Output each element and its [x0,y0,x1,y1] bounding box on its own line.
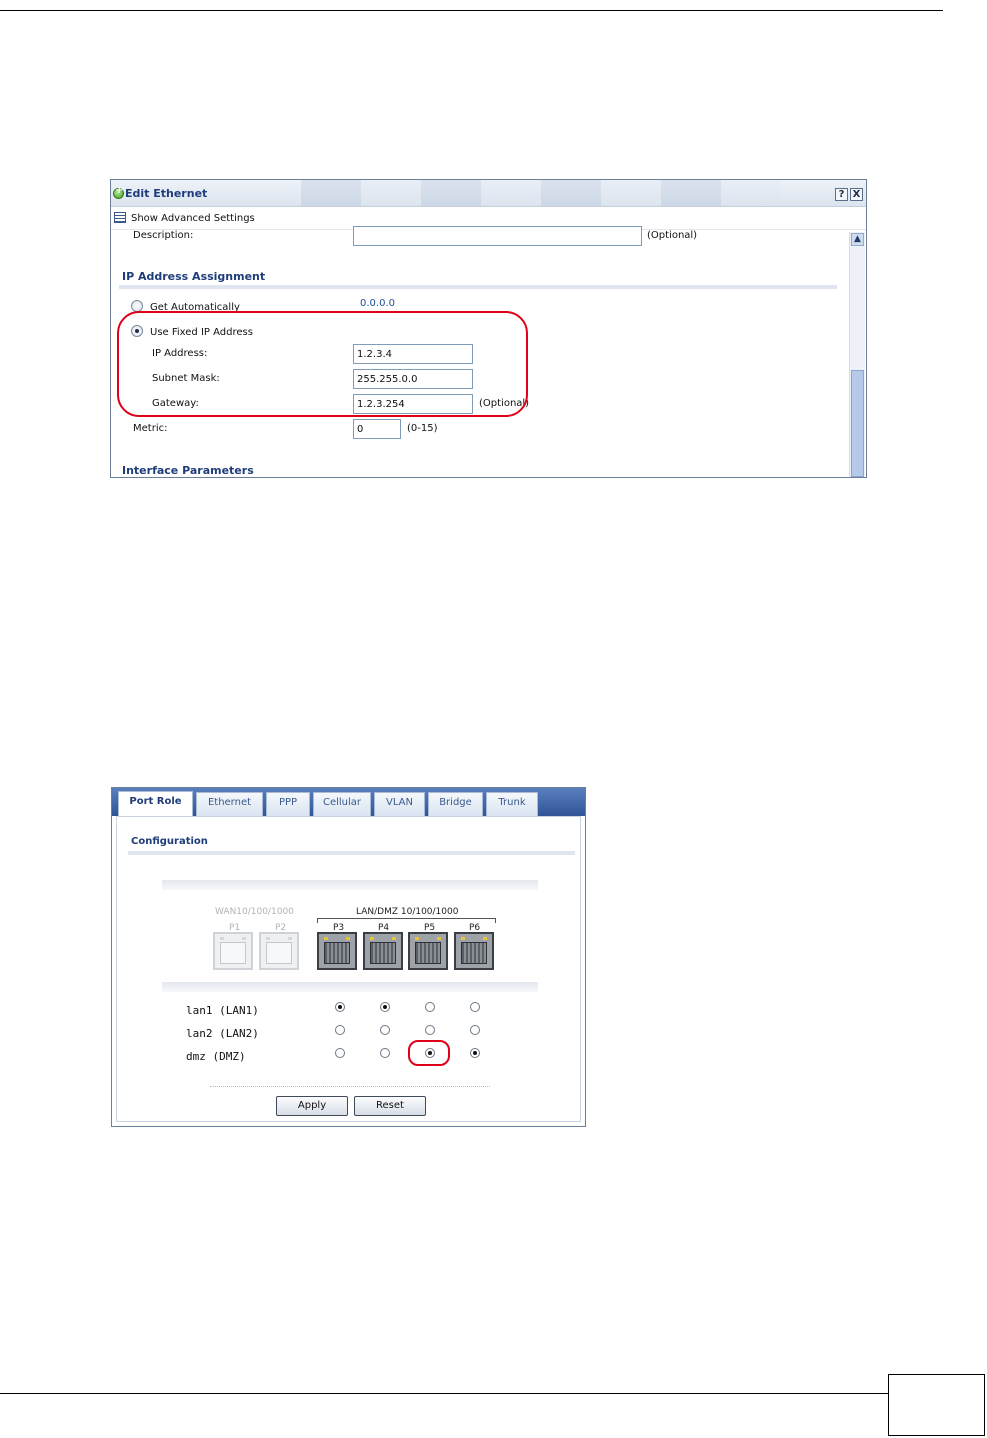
buttons-divider [210,1086,490,1087]
fixed-ip-highlight [117,311,528,417]
wan-group-label: WAN10/100/1000 [215,907,294,917]
window-title: Edit Ethernet [125,187,208,200]
tab-vlan[interactable]: VLAN [374,792,425,816]
panel-bottom-band [162,982,538,992]
help-button[interactable]: ? [835,188,848,201]
section-divider [119,285,837,289]
role-label-dmz: dmz (DMZ) [186,1050,246,1063]
configuration-divider [128,851,575,855]
tab-port-role[interactable]: Port Role [118,791,193,817]
description-label: Description: [133,230,194,241]
panel-top-band [162,880,538,890]
configuration-heading: Configuration [131,836,208,847]
metric-label: Metric: [133,423,168,434]
lan1-p6-radio[interactable] [470,1002,480,1012]
lan-group-label: LAN/DMZ 10/100/1000 [356,907,459,917]
background-table-ghost [301,180,781,206]
apply-button[interactable]: Apply [276,1096,348,1116]
dmz-p4-radio[interactable] [380,1048,390,1058]
lan2-p3-radio[interactable] [335,1025,345,1035]
port-panel: WAN10/100/1000 LAN/DMZ 10/100/1000 P1 P2… [162,880,538,992]
add-icon [113,185,124,199]
role-label-lan1: lan1 (LAN1) [186,1004,259,1017]
scrollbar-thumb[interactable] [851,370,864,477]
scroll-up-icon[interactable]: ▲ [851,233,864,246]
lan2-p4-radio[interactable] [380,1025,390,1035]
close-button[interactable]: X [850,188,863,201]
tab-cellular[interactable]: Cellular [313,792,371,816]
ip-assignment-heading: IP Address Assignment [122,270,266,283]
metric-hint: (0-15) [407,423,438,434]
dmz-p6-radio[interactable] [470,1048,480,1058]
tab-bridge[interactable]: Bridge [428,792,483,816]
advanced-settings-label: Show Advanced Settings [131,213,255,224]
ethernet-port-p3-icon [317,932,357,970]
ethernet-port-p2-icon [259,932,299,970]
page-number-box [888,1374,985,1436]
auto-ip-value: 0.0.0.0 [360,298,395,309]
lan2-p5-radio[interactable] [425,1025,435,1035]
metric-field[interactable]: 0 [353,419,401,439]
ethernet-port-p4-icon [363,932,403,970]
tab-trunk[interactable]: Trunk [486,792,538,816]
description-field[interactable] [353,226,642,246]
vertical-scrollbar[interactable]: ▲ [849,232,865,477]
dmz-p5-highlight [408,1040,450,1066]
tab-ppp[interactable]: PPP [266,792,310,816]
window-titlebar: Edit Ethernet ? X [111,180,866,207]
ethernet-port-p1-icon [213,932,253,970]
lan1-p4-radio[interactable] [380,1002,390,1012]
ethernet-port-p5-icon [408,932,448,970]
ethernet-port-p6-icon [454,932,494,970]
reset-button[interactable]: Reset [354,1096,426,1116]
description-hint: (Optional) [647,230,698,241]
dmz-p3-radio[interactable] [335,1048,345,1058]
lan1-p5-radio[interactable] [425,1002,435,1012]
table-icon [114,212,126,223]
tab-ethernet[interactable]: Ethernet [196,792,263,816]
page-footer-rule [0,1393,888,1394]
lan1-p3-radio[interactable] [335,1002,345,1012]
tab-bar: Port Role Ethernet PPP Cellular VLAN Bri… [112,788,585,817]
lan2-p6-radio[interactable] [470,1025,480,1035]
page-header-rule [0,10,943,11]
role-label-lan2: lan2 (LAN2) [186,1027,259,1040]
interface-parameters-heading: Interface Parameters [122,464,254,477]
